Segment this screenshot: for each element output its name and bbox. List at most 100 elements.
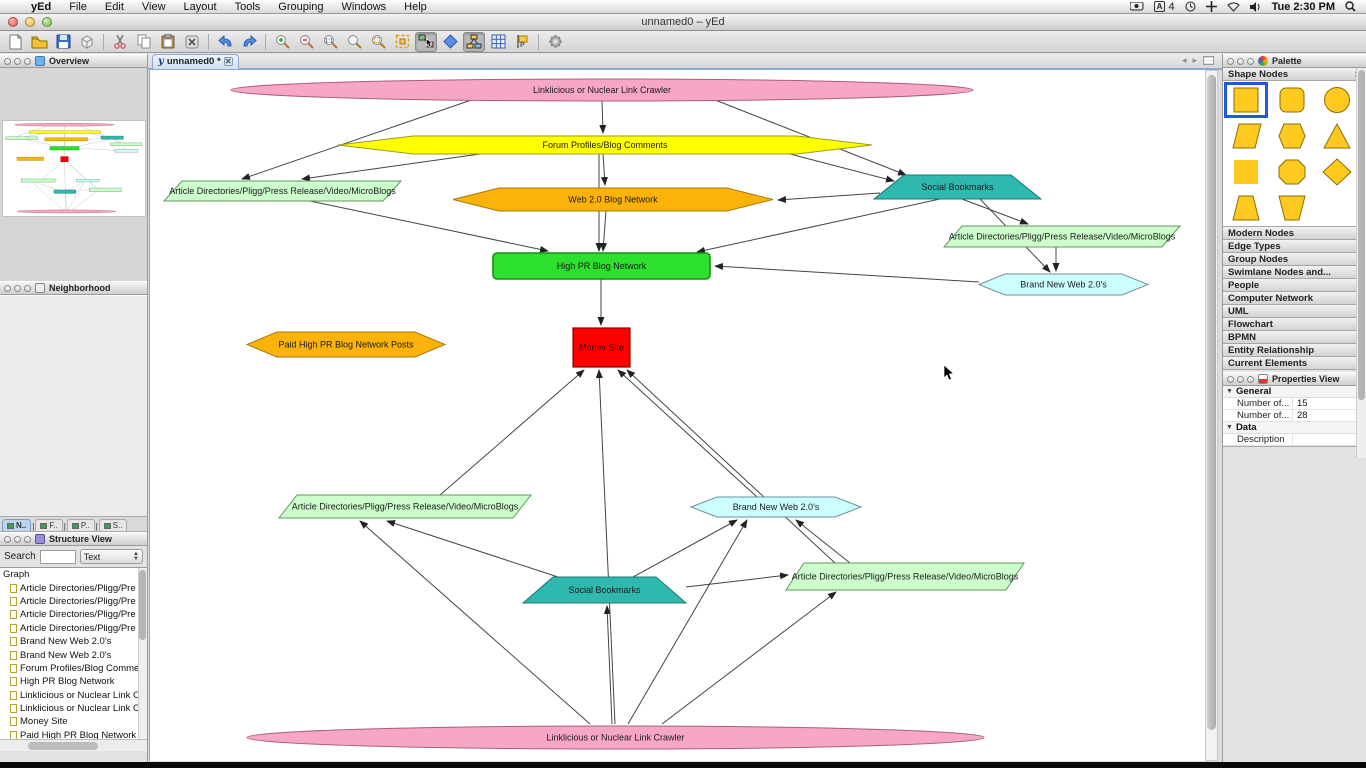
properties-group-data[interactable]: ▼Data — [1223, 422, 1366, 434]
structure-item[interactable]: Brand New Web 2.0's — [0, 635, 147, 648]
graph-edge[interactable] — [778, 193, 880, 200]
structure-item[interactable]: Article Directories/Pligg/Pre — [0, 622, 147, 635]
structure-item[interactable]: Brand New Web 2.0's — [0, 648, 147, 661]
menu-help[interactable]: Help — [395, 0, 436, 14]
tab-list-icon[interactable] — [1203, 56, 1214, 65]
save-file-icon[interactable] — [52, 32, 74, 52]
graph-edge[interactable] — [790, 154, 894, 181]
menu-layout[interactable]: Layout — [175, 0, 226, 14]
palette-shape-square-selected[interactable] — [1227, 85, 1265, 115]
palette-scrollbar[interactable] — [1356, 68, 1366, 458]
zoom-out-icon[interactable] — [295, 32, 317, 52]
graph-canvas[interactable]: Linklicious or Nuclear Link CrawlerForum… — [149, 70, 1205, 761]
structure-item[interactable]: Money Site — [0, 715, 147, 728]
palette-shape-triangle[interactable] — [1318, 121, 1356, 151]
palette-shape-square-plain[interactable] — [1227, 157, 1265, 187]
tab-close-icon[interactable]: ✕ — [224, 57, 233, 66]
palette-section-current-elements[interactable]: Current Elements» — [1223, 357, 1366, 370]
graph-edge[interactable] — [686, 575, 788, 587]
palette-shape-trapezoid-down[interactable] — [1273, 193, 1311, 223]
zoom-tool-icon[interactable] — [343, 32, 365, 52]
grid-toggle-icon[interactable] — [487, 32, 509, 52]
graph-edge[interactable] — [360, 521, 590, 724]
layout-mode-icon[interactable] — [463, 32, 485, 52]
palette-shape-octagon[interactable] — [1273, 157, 1311, 187]
graph-edge[interactable] — [715, 266, 979, 282]
palette-section-swimlane-nodes-and-[interactable]: Swimlane Nodes and...» — [1223, 266, 1366, 279]
palette-section-group-nodes[interactable]: Group Nodes» — [1223, 253, 1366, 266]
panel-button[interactable] — [24, 58, 31, 65]
graph-edge[interactable] — [602, 101, 603, 133]
delete-icon[interactable] — [181, 32, 203, 52]
structure-item[interactable]: High PR Blog Network — [0, 675, 147, 688]
menu-clock[interactable]: Tue 2:30 PM — [1272, 1, 1335, 13]
structure-item[interactable]: Forum Profiles/Blog Comme — [0, 662, 147, 675]
dock-tab-p[interactable]: P.. — [67, 519, 95, 531]
panel-button[interactable] — [14, 285, 21, 292]
panel-button[interactable] — [1237, 58, 1244, 65]
search-input[interactable] — [40, 550, 76, 564]
document-tab[interactable]: y unnamed0 * ✕ — [152, 54, 239, 69]
zoom-selection-icon[interactable] — [367, 32, 389, 52]
menu-view[interactable]: View — [133, 0, 175, 14]
graph-edge[interactable] — [962, 199, 1028, 224]
palette-section-shape-nodes[interactable]: Shape Nodes ✕ — [1223, 68, 1366, 81]
universal-access-icon[interactable] — [1206, 1, 1217, 12]
cut-icon[interactable] — [109, 32, 131, 52]
dock-tab-s[interactable]: S.. — [99, 519, 128, 531]
fit-content-icon[interactable] — [391, 32, 413, 52]
graph-edge[interactable] — [618, 370, 757, 497]
graph-edge[interactable] — [627, 370, 835, 563]
search-filter-dropdown[interactable]: Text ▲▼ — [80, 549, 143, 564]
palette-section-computer-network[interactable]: Computer Network» — [1223, 292, 1366, 305]
panel-button[interactable] — [1247, 58, 1254, 65]
window-title-bar[interactable]: unnamed0 – yEd — [0, 14, 1366, 31]
spotlight-icon[interactable] — [1345, 1, 1356, 12]
clock-icon[interactable] — [1185, 1, 1196, 12]
airport-icon[interactable] — [1227, 2, 1240, 12]
graph-edge[interactable] — [662, 592, 836, 724]
graph-edge[interactable] — [387, 521, 558, 577]
graph-edge[interactable] — [796, 520, 850, 563]
structure-item[interactable]: Paid High PR Blog Network — [0, 729, 147, 739]
properties-group-general[interactable]: ▼General — [1223, 386, 1366, 398]
palette-shape-circle[interactable] — [1318, 85, 1356, 115]
palette-shape-trapezoid[interactable] — [1227, 193, 1265, 223]
palette-section-flowchart[interactable]: Flowchart» — [1223, 318, 1366, 331]
graph-edge[interactable] — [607, 606, 612, 724]
panel-button[interactable] — [1227, 58, 1234, 65]
menu-tools[interactable]: Tools — [226, 0, 270, 14]
tab-scroll-left-icon[interactable]: ◂ — [1182, 55, 1187, 66]
menu-edit[interactable]: Edit — [96, 0, 133, 14]
structure-horizontal-scrollbar[interactable] — [0, 739, 147, 751]
structure-vertical-scrollbar[interactable] — [138, 568, 147, 739]
panel-button[interactable] — [1247, 376, 1254, 383]
input-source-icon[interactable]: A 4 — [1154, 1, 1175, 13]
canvas-vertical-scrollbar[interactable] — [1205, 70, 1218, 761]
structure-item[interactable]: Linklicious or Nuclear Link C — [0, 689, 147, 702]
panel-button[interactable] — [4, 536, 11, 543]
panel-button[interactable] — [14, 536, 21, 543]
palette-shape-parallelogram[interactable] — [1227, 121, 1265, 151]
graph-edge[interactable] — [440, 370, 584, 495]
palette-section-entity-relationship[interactable]: Entity Relationship» — [1223, 344, 1366, 357]
palette-section-edge-types[interactable]: Edge Types» — [1223, 240, 1366, 253]
palette-section-modern-nodes[interactable]: Modern Nodes» — [1223, 227, 1366, 240]
redo-icon[interactable] — [238, 32, 260, 52]
graph-edge[interactable] — [302, 154, 480, 179]
dock-tab-n[interactable]: N.. — [2, 519, 31, 531]
menu-file[interactable]: File — [60, 0, 96, 14]
overview-minimap[interactable] — [2, 120, 146, 217]
palette-section-uml[interactable]: UML» — [1223, 305, 1366, 318]
structure-item[interactable]: Article Directories/Pligg/Pre — [0, 595, 147, 608]
panel-button[interactable] — [1237, 376, 1244, 383]
graph-edge[interactable] — [633, 520, 737, 577]
edit-mode-icon[interactable] — [415, 32, 437, 52]
panel-button[interactable] — [4, 58, 11, 65]
paste-icon[interactable] — [157, 32, 179, 52]
open-file-icon[interactable] — [28, 32, 50, 52]
graph-edge[interactable] — [603, 154, 605, 185]
structure-item[interactable]: Article Directories/Pligg/Pre — [0, 608, 147, 621]
structure-item[interactable]: Article Directories/Pligg/Pre — [0, 581, 147, 594]
structure-item[interactable]: Linklicious or Nuclear Link C — [0, 702, 147, 715]
